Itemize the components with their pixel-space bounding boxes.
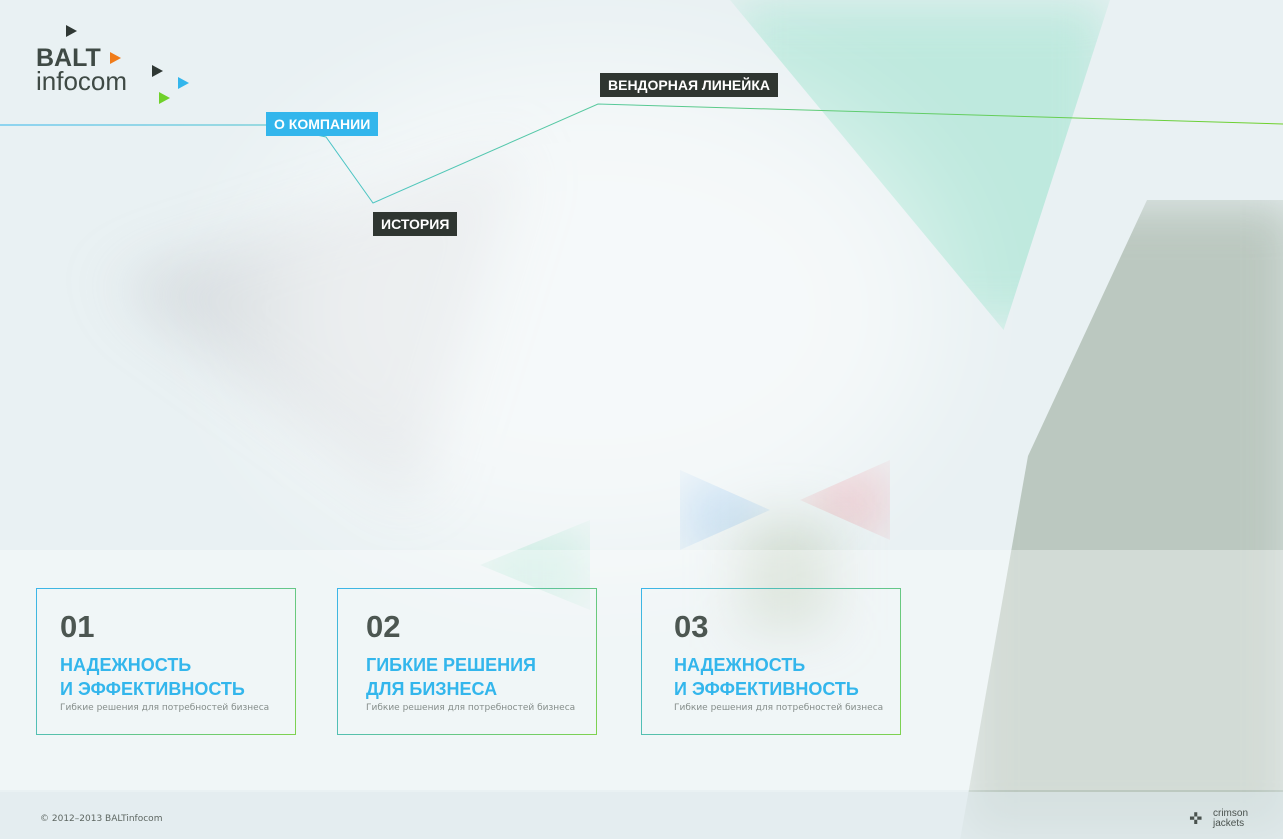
- feature-title-line: И ЭФФЕКТИВНОСТЬ: [674, 679, 859, 699]
- feature-card[interactable]: 01 НАДЕЖНОСТЬ И ЭФФЕКТИВНОСТЬ Гибкие реш…: [36, 588, 296, 735]
- nav-item-history[interactable]: ИСТОРИЯ: [373, 212, 458, 236]
- nav-item-vendor-line[interactable]: ВЕНДОРНАЯ ЛИНЕЙКА: [600, 73, 778, 97]
- feature-title: НАДЕЖНОСТЬ И ЭФФЕКТИВНОСТЬ: [60, 653, 245, 701]
- feature-title-line: ГИБКИЕ РЕШЕНИЯ: [366, 655, 536, 675]
- nav-item-company[interactable]: О КОМПАНИИ: [266, 112, 379, 136]
- feature-title-line: И ЭФФЕКТИВНОСТЬ: [60, 679, 245, 699]
- feature-title-line: НАДЕЖНОСТЬ: [60, 655, 192, 675]
- feature-number: 02: [366, 609, 401, 644]
- feature-subtitle: Гибкие решения для потребностей бизнеса: [60, 703, 270, 713]
- credit-line: jackets: [1213, 818, 1245, 829]
- feature-card[interactable]: 02 ГИБКИЕ РЕШЕНИЯ ДЛЯ БИЗНЕСА Гибкие реш…: [337, 588, 597, 735]
- feature-number: 03: [674, 609, 709, 644]
- developer-credit-link[interactable]: ✜ crimson jackets: [1189, 809, 1259, 831]
- feature-subtitle: Гибкие решения для потребностей бизнеса: [674, 703, 884, 713]
- feature-card[interactable]: 03 НАДЕЖНОСТЬ И ЭФФЕКТИВНОСТЬ Гибкие реш…: [641, 588, 901, 735]
- feature-title: ГИБКИЕ РЕШЕНИЯ ДЛЯ БИЗНЕСА: [366, 653, 536, 701]
- feature-subtitle: Гибкие решения для потребностей бизнеса: [366, 703, 576, 713]
- feature-title-line: НАДЕЖНОСТЬ: [674, 655, 806, 675]
- feature-title: НАДЕЖНОСТЬ И ЭФФЕКТИВНОСТЬ: [674, 653, 859, 701]
- footer: © 2012–2013 BALTinfocom ✜ crimson jacket…: [0, 792, 1283, 839]
- crosshair-logo-icon: ✜: [1189, 809, 1203, 828]
- credit-text: crimson jackets: [1213, 809, 1248, 829]
- feature-title-line: ДЛЯ БИЗНЕСА: [366, 679, 498, 699]
- feature-number: 01: [60, 609, 95, 644]
- copyright-text: © 2012–2013 BALTinfocom: [40, 814, 163, 824]
